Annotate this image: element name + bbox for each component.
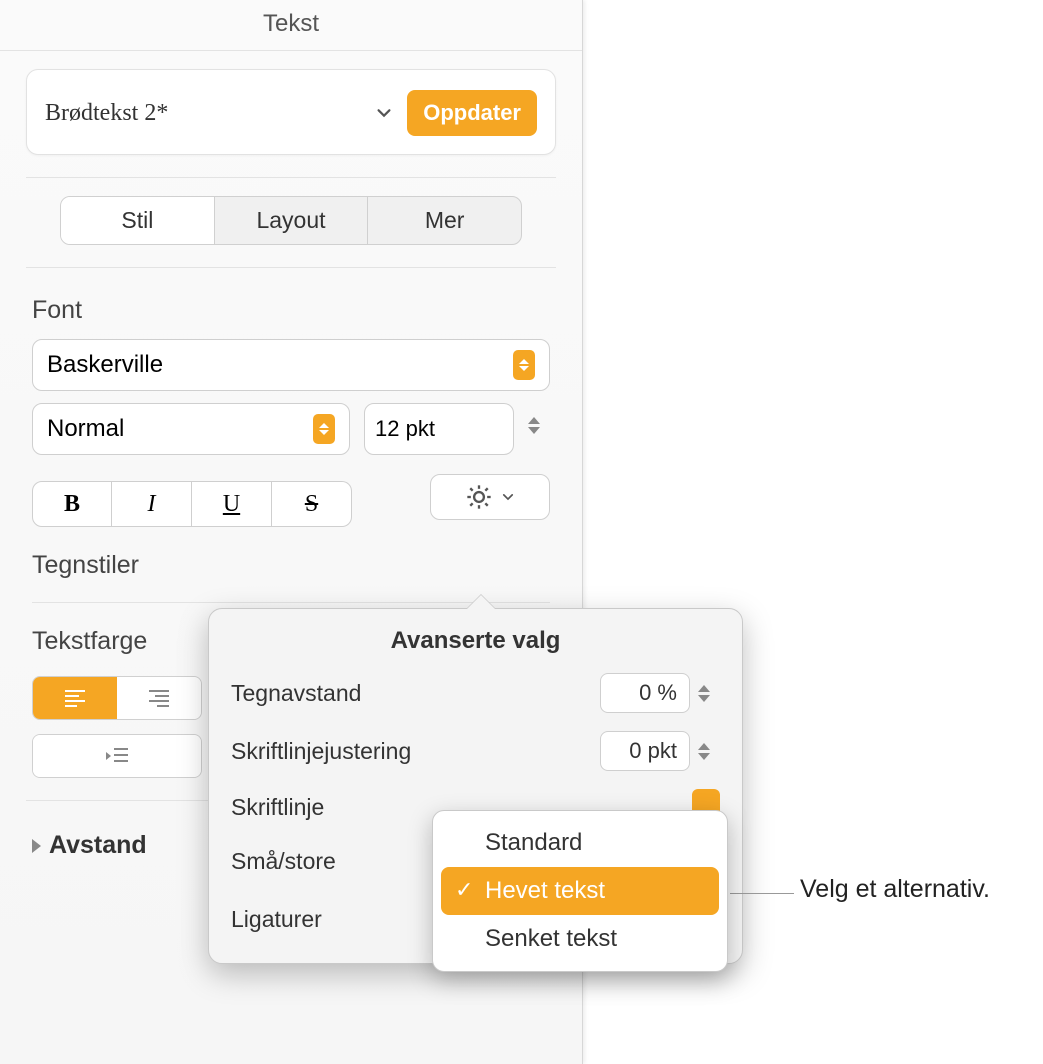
baseline-shift-row: Skriftlinjejustering 0 pkt	[231, 731, 720, 771]
step-down-icon	[698, 753, 710, 760]
font-size-value: 12 pkt	[375, 416, 435, 442]
italic-button[interactable]: I	[112, 481, 192, 527]
tab-layout[interactable]: Layout	[215, 197, 369, 244]
capitalization-label: Små/store	[231, 848, 336, 875]
tab-stil[interactable]: Stil	[61, 197, 215, 244]
font-family-select[interactable]: Baskerville	[32, 339, 550, 391]
font-section-label: Font	[32, 296, 550, 325]
disclosure-triangle-icon	[32, 839, 41, 853]
baseline-shift-stepper[interactable]	[698, 734, 720, 768]
tracking-stepper[interactable]	[698, 676, 720, 710]
paragraph-style-select[interactable]: Brødtekst 2*	[45, 100, 393, 127]
text-format-group: B I U S	[32, 481, 352, 527]
advanced-options-button[interactable]	[430, 474, 550, 520]
strikethrough-icon: S	[305, 491, 318, 518]
tracking-field[interactable]: 0 %	[600, 673, 690, 713]
alignment-group	[32, 676, 202, 720]
stepper-icon	[313, 414, 335, 444]
bold-button[interactable]: B	[32, 481, 112, 527]
text-color-label: Tekstfarge	[32, 627, 147, 656]
paragraph-style-value: Brødtekst 2*	[45, 100, 168, 127]
chevron-down-icon	[501, 490, 515, 504]
callout-text: Velg et alternativ.	[800, 875, 990, 904]
baseline-shift-field[interactable]: 0 pkt	[600, 731, 690, 771]
step-up-icon	[528, 417, 540, 424]
baseline-option-hevet-tekst[interactable]: Hevet tekst	[441, 867, 719, 915]
step-up-icon	[698, 743, 710, 750]
underline-icon: U	[223, 491, 240, 518]
baseline-label: Skriftlinje	[231, 794, 324, 821]
callout-leader-line	[730, 893, 794, 894]
italic-icon: I	[148, 491, 156, 518]
update-style-button[interactable]: Oppdater	[407, 90, 537, 136]
character-styles-label: Tegnstiler	[32, 551, 139, 580]
spacing-label: Avstand	[49, 831, 147, 860]
strikethrough-button[interactable]: S	[272, 481, 352, 527]
font-size-stepper[interactable]	[528, 403, 550, 447]
bold-icon: B	[64, 491, 80, 518]
popover-title: Avanserte valg	[231, 627, 720, 655]
font-family-value: Baskerville	[47, 351, 163, 379]
underline-button[interactable]: U	[192, 481, 272, 527]
baseline-dropdown-menu: Standard Hevet tekst Senket tekst	[432, 810, 728, 972]
stepper-icon	[513, 350, 535, 380]
panel-title: Tekst	[0, 0, 582, 51]
tracking-label: Tegnavstand	[231, 680, 361, 707]
step-up-icon	[698, 685, 710, 692]
paragraph-style-card: Brødtekst 2* Oppdater	[26, 69, 556, 155]
indent-group	[32, 734, 202, 778]
baseline-option-senket-tekst[interactable]: Senket tekst	[441, 915, 719, 963]
font-weight-value: Normal	[47, 415, 124, 443]
indent-button[interactable]	[33, 735, 201, 777]
ligatures-label: Ligaturer	[231, 906, 322, 933]
gear-icon	[465, 483, 493, 511]
chevron-down-icon	[375, 104, 393, 122]
align-right-button[interactable]	[117, 677, 201, 719]
tracking-row: Tegnavstand 0 %	[231, 673, 720, 713]
font-size-field[interactable]: 12 pkt	[364, 403, 514, 455]
inspector-tabs: Stil Layout Mer	[60, 196, 522, 245]
baseline-option-standard[interactable]: Standard	[441, 819, 719, 867]
align-left-icon	[65, 690, 85, 707]
indent-icon	[104, 746, 130, 766]
baseline-shift-label: Skriftlinjejustering	[231, 738, 411, 765]
divider	[26, 177, 556, 178]
step-down-icon	[698, 695, 710, 702]
step-down-icon	[528, 427, 540, 434]
tab-mer[interactable]: Mer	[368, 197, 521, 244]
font-weight-select[interactable]: Normal	[32, 403, 350, 455]
align-right-icon	[149, 690, 169, 707]
align-left-button[interactable]	[33, 677, 117, 719]
